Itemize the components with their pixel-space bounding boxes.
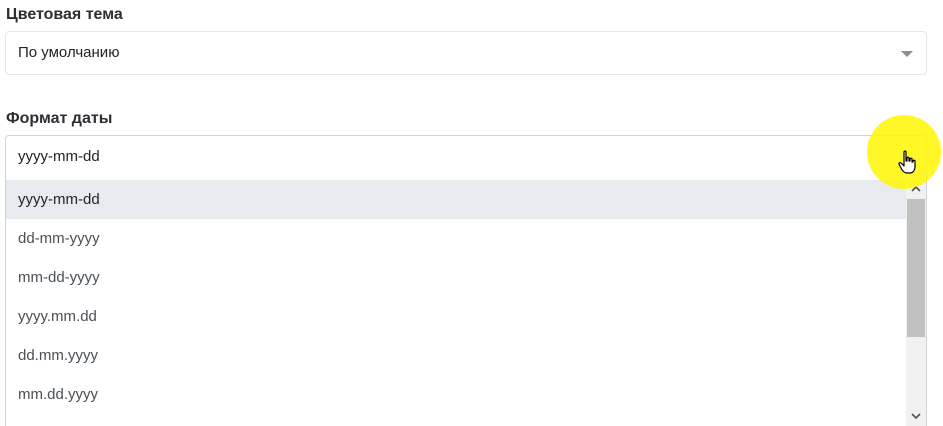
scrollbar-thumb[interactable] bbox=[907, 199, 925, 337]
date-format-option[interactable]: yyyy.mm.dd bbox=[6, 297, 906, 336]
date-format-option[interactable]: dd-mm-yyyy bbox=[6, 219, 906, 258]
date-format-label: Формат даты bbox=[6, 110, 113, 127]
dropdown-scrollbar[interactable] bbox=[906, 180, 926, 426]
color-theme-value: По умолчанию bbox=[18, 44, 120, 61]
chevron-down-icon bbox=[901, 51, 913, 57]
chevron-down-icon[interactable] bbox=[906, 408, 926, 426]
date-format-dropdown: yyyy-mm-dd dd-mm-yyyy mm-dd-yyyy yyyy.mm… bbox=[5, 180, 927, 426]
color-theme-label: Цветовая тема bbox=[6, 6, 123, 23]
date-format-select[interactable]: yyyy-mm-dd bbox=[5, 135, 927, 181]
date-format-option[interactable]: dd.mm.yyyy bbox=[6, 336, 906, 375]
hand-pointer-icon bbox=[898, 150, 918, 174]
date-format-option[interactable]: mm.dd.yyyy bbox=[6, 375, 906, 414]
date-format-option[interactable]: yyyy-mm-dd bbox=[6, 180, 906, 219]
date-format-value: yyyy-mm-dd bbox=[18, 148, 100, 165]
date-format-option[interactable]: mm-dd-yyyy bbox=[6, 258, 906, 297]
color-theme-select[interactable]: По умолчанию bbox=[5, 31, 927, 75]
